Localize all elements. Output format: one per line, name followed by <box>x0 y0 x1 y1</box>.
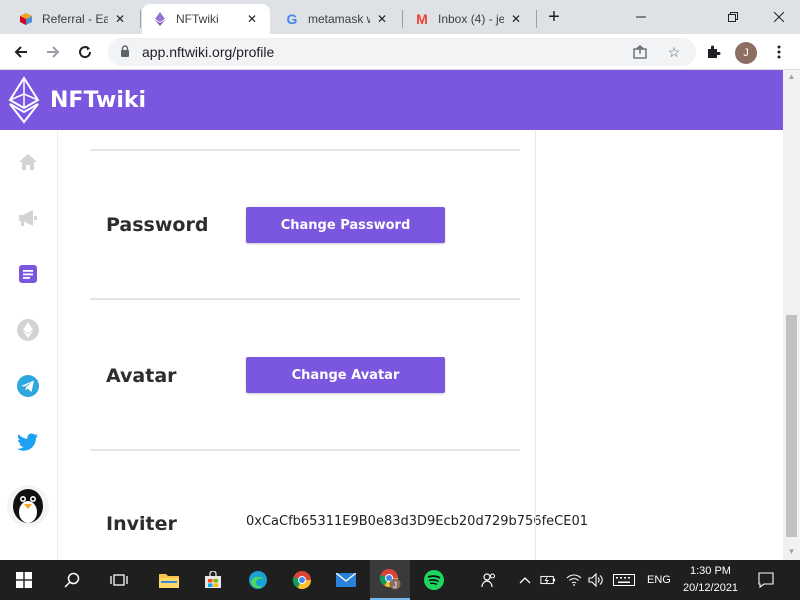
sidebar-item-profile-avatar[interactable] <box>6 484 50 528</box>
gmail-icon: M <box>416 11 428 27</box>
browser-toolbar: app.nftwiki.org/profile ☆ J <box>0 34 800 70</box>
windows-taskbar: J ENG 1:30 PM 20/12/2021 <box>0 560 800 600</box>
app-header: NFTwiki <box>0 70 783 130</box>
tab-metamask[interactable]: G metamask w ✕ <box>274 4 400 34</box>
scrollbar-thumb[interactable] <box>786 315 797 537</box>
tab-separator <box>402 10 403 28</box>
share-icon[interactable] <box>626 38 654 66</box>
edge-browser-icon[interactable] <box>238 560 278 600</box>
people-icon[interactable] <box>481 572 497 588</box>
profile-page: Password Change Password Avatar Change A… <box>58 130 783 560</box>
reload-icon[interactable] <box>72 39 98 65</box>
browser-tab-strip: Referral - Ea ✕ NFTwiki ✕ G metamask w ✕… <box>0 0 800 34</box>
mail-icon[interactable] <box>326 560 366 600</box>
home-icon <box>19 154 37 170</box>
forward-arrow-icon[interactable] <box>40 39 66 65</box>
file-explorer-icon[interactable] <box>149 560 189 600</box>
minimize-icon[interactable] <box>618 0 664 34</box>
chrome-profile-badge: J <box>393 581 397 590</box>
profile-settings-card: Password Change Password Avatar Change A… <box>90 130 588 560</box>
twitter-icon <box>17 433 38 451</box>
notification-center-icon[interactable] <box>758 572 774 588</box>
wifi-icon[interactable] <box>566 572 582 588</box>
ethereum-icon <box>17 319 39 341</box>
battery-charging-icon[interactable] <box>540 572 556 588</box>
address-text: app.nftwiki.org/profile <box>142 44 275 60</box>
avatar-label: Avatar <box>106 365 177 387</box>
section-divider <box>90 149 520 151</box>
tab-referral[interactable]: Referral - Ea ✕ <box>8 4 138 34</box>
password-label: Password <box>106 214 209 236</box>
tab-title: Inbox (4) - je <box>438 12 504 26</box>
chrome-profile-running-icon[interactable]: J <box>370 560 410 600</box>
section-divider <box>90 298 520 300</box>
megaphone-icon <box>19 210 37 226</box>
sidebar-item-documents[interactable] <box>14 260 42 288</box>
nftwiki-logo-icon[interactable] <box>8 76 40 124</box>
tab-title: metamask w <box>308 12 370 26</box>
close-icon[interactable]: ✕ <box>374 11 390 27</box>
app-title[interactable]: NFTwiki <box>50 88 146 113</box>
sidebar-item-telegram[interactable] <box>14 372 42 400</box>
scroll-up-arrow-icon[interactable]: ▲ <box>787 72 796 81</box>
bookmark-star-icon[interactable]: ☆ <box>660 38 688 66</box>
document-icon <box>19 265 37 283</box>
penguin-avatar-icon <box>7 485 49 527</box>
tab-separator <box>536 10 537 28</box>
inviter-address: 0xCaCfb65311E9B0e83d3D9Ecb20d729b756feCE… <box>246 514 588 529</box>
input-language[interactable]: ENG <box>647 574 671 586</box>
close-icon[interactable]: ✕ <box>244 11 260 27</box>
tab-inbox[interactable]: M Inbox (4) - je ✕ <box>404 4 534 34</box>
profile-avatar[interactable]: J <box>735 42 757 64</box>
close-icon[interactable]: ✕ <box>112 11 128 27</box>
clock-date[interactable]: 20/12/2021 <box>683 582 738 594</box>
tab-nftwiki[interactable]: NFTwiki ✕ <box>142 4 270 34</box>
tab-title: Referral - Ea <box>42 12 108 26</box>
sidebar-item-ethereum[interactable] <box>14 316 42 344</box>
change-password-button[interactable]: Change Password <box>246 207 445 243</box>
search-icon[interactable] <box>52 560 92 600</box>
content-column-border <box>535 130 536 560</box>
tab-separator <box>140 10 141 28</box>
new-tab-button[interactable]: + <box>542 6 566 30</box>
chevron-up-icon[interactable] <box>517 572 533 588</box>
telegram-icon <box>17 375 39 397</box>
google-icon: G <box>286 11 298 27</box>
change-avatar-button[interactable]: Change Avatar <box>246 357 445 393</box>
sidebar-item-home[interactable] <box>14 148 42 176</box>
menu-kebab-icon[interactable] <box>766 39 792 65</box>
restore-icon[interactable] <box>710 0 756 34</box>
task-view-icon[interactable] <box>99 560 139 600</box>
windows-start-icon[interactable] <box>4 560 44 600</box>
microsoft-store-icon[interactable] <box>193 560 233 600</box>
sidebar-item-twitter[interactable] <box>14 428 42 456</box>
sidebar-item-announcements[interactable] <box>14 204 42 232</box>
extensions-puzzle-icon[interactable] <box>700 39 726 65</box>
spotify-icon[interactable] <box>414 560 454 600</box>
tab-title: NFTwiki <box>176 12 219 26</box>
scroll-down-arrow-icon[interactable]: ▼ <box>787 547 796 556</box>
cube-icon <box>18 11 34 27</box>
close-icon[interactable]: ✕ <box>508 11 524 27</box>
section-divider <box>90 449 520 451</box>
ethereum-icon <box>152 11 168 27</box>
speaker-volume-icon[interactable] <box>588 572 604 588</box>
address-bar[interactable]: app.nftwiki.org/profile ☆ <box>108 38 696 66</box>
page-scrollbar[interactable]: ▲ ▼ <box>783 70 800 560</box>
back-arrow-icon[interactable] <box>8 39 34 65</box>
lock-icon <box>120 45 134 59</box>
clock-time[interactable]: 1:30 PM <box>690 565 731 577</box>
chrome-icon[interactable] <box>282 560 322 600</box>
inviter-label: Inviter <box>106 513 177 535</box>
close-window-icon[interactable] <box>756 0 800 34</box>
keyboard-icon[interactable] <box>612 572 636 588</box>
sidebar <box>0 130 58 560</box>
